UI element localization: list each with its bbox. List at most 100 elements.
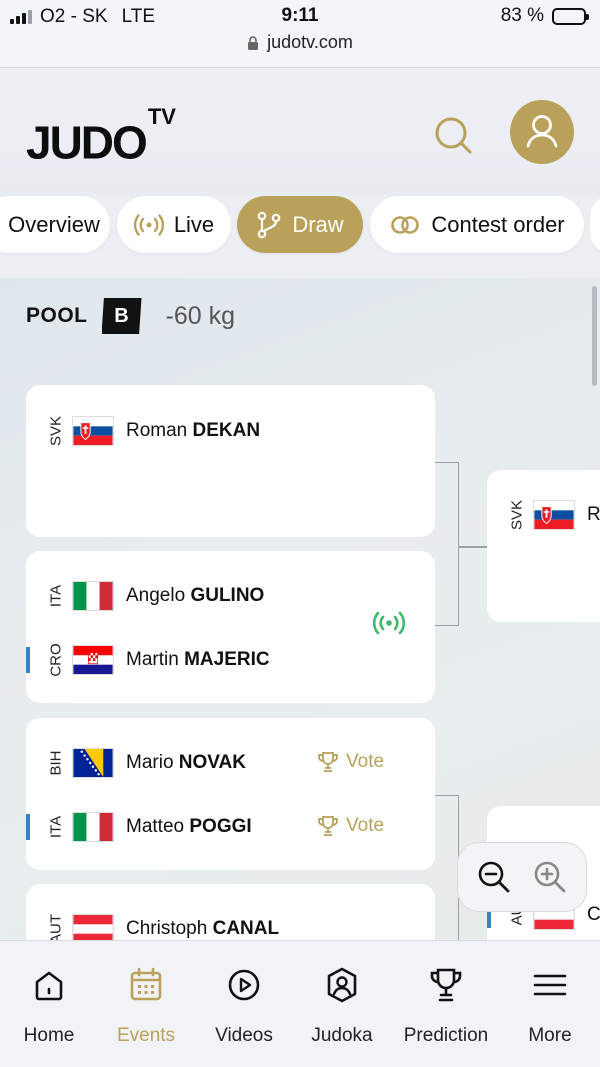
athlete-name: C	[587, 904, 600, 925]
nav-home-label: Home	[23, 1025, 75, 1046]
home-icon	[35, 971, 63, 1001]
lock-icon	[248, 36, 259, 50]
trophy-icon	[318, 752, 338, 772]
next-round-card[interactable]: SVK R	[487, 470, 600, 622]
country-code: SVK	[47, 416, 65, 447]
tab-live-label: Live	[173, 211, 215, 237]
zoom-in-button[interactable]	[530, 857, 570, 897]
site-header: JUDOTV	[0, 68, 600, 196]
calendar-icon	[130, 967, 162, 1001]
nav-videos[interactable]: Videos	[194, 965, 294, 1047]
search-icon	[435, 117, 472, 154]
tab-draw[interactable]: Draw	[237, 196, 363, 253]
profile-button[interactable]	[510, 100, 574, 164]
country-code: SVK	[508, 500, 526, 531]
nav-judoka[interactable]: Judoka	[292, 965, 392, 1047]
athlete-row[interactable]: ITA Matteo POGGI Vote	[26, 806, 435, 848]
tab-overview-label: Overview	[8, 211, 100, 237]
country-code: ITA	[47, 815, 65, 839]
battery-percent: 83 %	[500, 5, 544, 26]
country-code: AUT	[47, 914, 65, 940]
nav-judoka-label: Judoka	[311, 1025, 373, 1046]
athlete-name: R	[587, 504, 600, 525]
nav-prediction[interactable]: Prediction	[396, 965, 496, 1047]
weight-category: -60 kg	[165, 301, 235, 330]
judotv-logo[interactable]: JUDOTV	[26, 104, 176, 165]
athlete-row[interactable]: BIH Mario NOVAK Vote	[26, 742, 435, 784]
zoom-controls	[457, 842, 587, 912]
vote-button[interactable]: Vote	[316, 814, 384, 838]
flag-bih-icon	[72, 748, 114, 778]
match-card[interactable]: BIH Mario NOVAK Vote ITA Matteo POGGI Vo…	[26, 718, 435, 870]
zoom-in-icon	[534, 861, 566, 893]
match-card-live[interactable]: ITA Angelo GULINO CRO Martin MAJERIC	[26, 551, 435, 703]
athlete-row[interactable]: CRO Martin MAJERIC	[26, 639, 435, 681]
athlete-name: Matteo POGGI	[126, 816, 252, 837]
nav-home[interactable]: Home	[0, 965, 99, 1047]
zoom-out-icon	[478, 861, 510, 893]
flag-ita-icon	[72, 581, 114, 611]
country-code: BIH	[47, 750, 65, 776]
vote-button[interactable]: Vote	[316, 750, 384, 774]
nav-events[interactable]: Events	[96, 965, 196, 1047]
nav-more-label: More	[528, 1025, 572, 1046]
flag-cro-icon	[72, 645, 114, 675]
bracket-connector	[435, 795, 459, 940]
pool-header: POOL B -60 kg	[26, 298, 235, 334]
url-text[interactable]: judotv.com	[267, 32, 353, 53]
athlete-row[interactable]: AUT Christoph CANAL	[26, 908, 435, 940]
nav-events-label: Events	[116, 1025, 176, 1046]
blue-side-marker	[26, 647, 30, 673]
flag-ita-icon	[72, 812, 114, 842]
pool-label: POOL	[26, 304, 88, 327]
athlete-row[interactable]: SVK Roman DEKAN	[26, 410, 435, 452]
nav-prediction-label: Prediction	[403, 1025, 489, 1046]
bracket-branch-icon	[258, 211, 281, 238]
tab-overview[interactable]: Overview	[0, 196, 110, 253]
judoka-icon	[327, 967, 357, 1003]
rings-icon	[391, 215, 420, 234]
address-bar[interactable]: judotv.com	[0, 32, 600, 68]
scrollbar[interactable]	[592, 286, 597, 386]
bracket-connector	[435, 462, 459, 626]
play-icon	[228, 969, 260, 1001]
zoom-out-button[interactable]	[474, 857, 514, 897]
athlete-name: Roman DEKAN	[126, 420, 261, 441]
tab-live[interactable]: Live	[117, 196, 231, 253]
athlete-name: Martin MAJERIC	[126, 649, 270, 670]
bracket-connector-line	[459, 546, 487, 548]
vote-label: Vote	[346, 751, 385, 772]
athlete-row[interactable]: SVK R	[487, 494, 600, 536]
nav-videos-label: Videos	[215, 1025, 273, 1046]
match-card[interactable]: SVK Roman DEKAN	[26, 385, 435, 537]
match-card[interactable]: AUT Christoph CANAL	[26, 884, 435, 940]
bottom-navigation: Home Events Videos Judoka Prediction Mor…	[0, 940, 600, 1067]
search-button[interactable]	[430, 112, 476, 158]
athlete-name: Mario NOVAK	[126, 752, 247, 773]
country-code: ITA	[47, 584, 65, 608]
flag-svk-icon	[533, 500, 575, 530]
live-broadcast-icon	[133, 213, 164, 236]
status-bar: O2 - SK LTE 9:11 83 %	[0, 0, 600, 32]
country-code: CRO	[47, 643, 65, 677]
flag-aut-icon	[72, 914, 114, 940]
menu-icon	[533, 974, 567, 996]
tab-draw-label: Draw	[292, 211, 344, 237]
event-tabs: Overview Live Draw Contest order	[0, 196, 600, 254]
pool-letter-badge: B	[101, 298, 142, 334]
battery-icon	[552, 7, 589, 25]
trophy-icon	[318, 816, 338, 836]
flag-svk-icon	[72, 416, 114, 446]
tab-contest-order[interactable]: Contest order	[370, 196, 584, 253]
athlete-name: Angelo GULINO	[126, 585, 265, 606]
tab-contest-order-label: Contest order	[431, 211, 565, 237]
draw-bracket[interactable]: POOL B -60 kg SVK Roman DEKAN ITA Angelo…	[0, 278, 600, 940]
tab-next[interactable]	[590, 196, 600, 253]
live-indicator-icon	[372, 611, 406, 635]
blue-side-marker	[26, 814, 30, 840]
athlete-name: Christoph CANAL	[126, 918, 280, 939]
user-icon	[526, 115, 558, 148]
nav-more[interactable]: More	[500, 965, 600, 1047]
trophy-icon	[430, 968, 462, 1002]
vote-label: Vote	[346, 815, 385, 836]
